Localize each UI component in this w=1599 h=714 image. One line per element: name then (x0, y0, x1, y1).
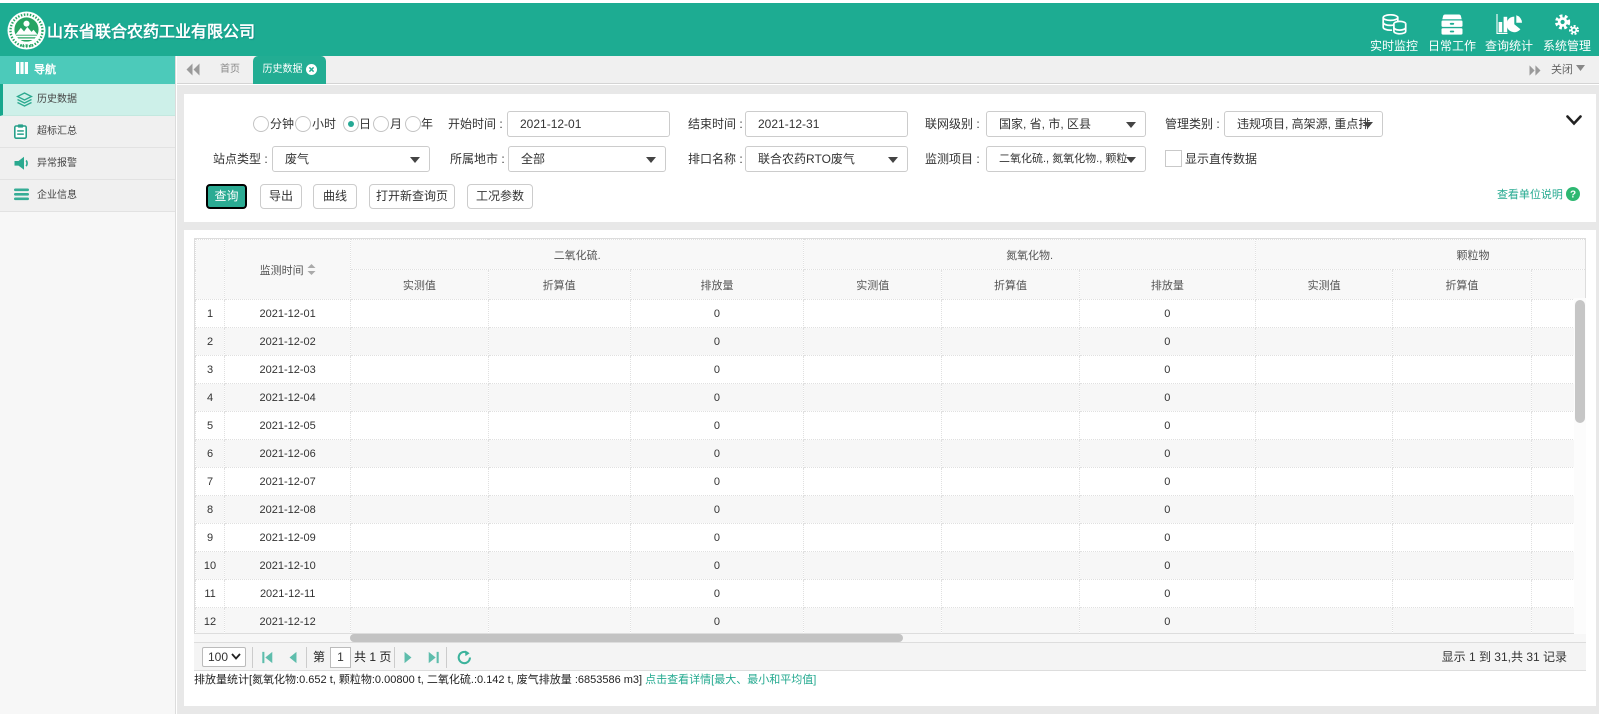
svg-text:M E E: M E E (20, 43, 32, 48)
svg-text:?: ? (1570, 190, 1576, 201)
